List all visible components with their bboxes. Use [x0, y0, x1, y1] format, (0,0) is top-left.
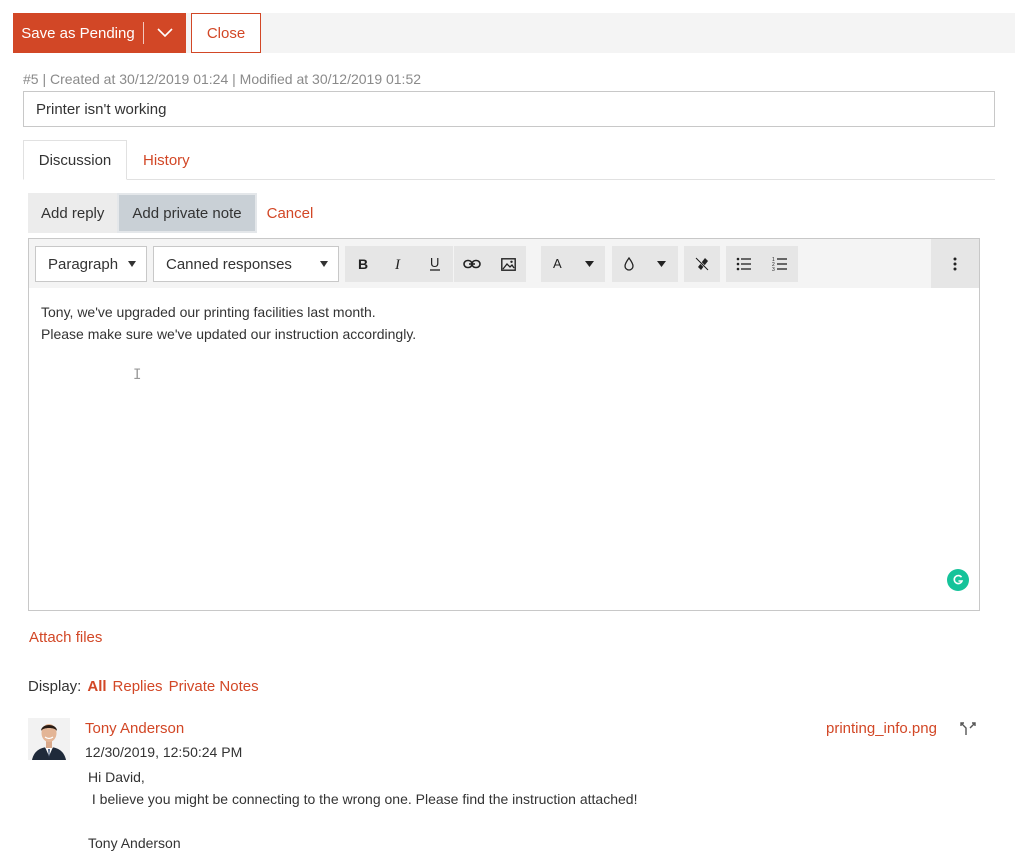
editor-line: Tony, we've upgraded our printing facili…	[41, 304, 376, 320]
font-color-dropdown[interactable]	[575, 246, 603, 282]
tab-history[interactable]: History	[143, 140, 190, 180]
canned-responses-select[interactable]: Canned responses	[153, 246, 339, 282]
highlight-color-dropdown[interactable]	[646, 246, 676, 282]
filter-replies[interactable]: Replies	[113, 678, 163, 695]
display-label: Display:	[28, 678, 82, 695]
text-cursor-icon: I	[133, 367, 142, 383]
add-private-note-button[interactable]: Add private note	[117, 193, 257, 233]
paragraph-format-select[interactable]: Paragraph	[35, 246, 147, 282]
message-author[interactable]: Tony Anderson	[85, 720, 184, 737]
paragraph-format-value: Paragraph	[48, 255, 119, 273]
avatar	[28, 718, 70, 760]
attachment-link[interactable]: printing_info.png	[826, 720, 937, 737]
list-group: 123	[726, 246, 798, 282]
caret-down-icon	[320, 261, 328, 267]
numbered-list-icon[interactable]: 123	[762, 246, 798, 282]
editor-toolbar: Paragraph Canned responses B I U A 1 2 3	[29, 239, 979, 288]
message-timestamp: 12/30/2019, 12:50:24 PM	[85, 744, 243, 760]
ticket-meta: #5 | Created at 30/12/2019 01:24 | Modif…	[23, 71, 422, 87]
italic-icon[interactable]: I	[381, 246, 417, 282]
link-icon[interactable]	[454, 246, 490, 282]
more-options-icon[interactable]	[931, 239, 979, 288]
svg-text:B: B	[358, 257, 368, 271]
tab-discussion[interactable]: Discussion	[23, 140, 127, 180]
svg-text:3: 3	[772, 267, 775, 272]
save-as-pending-button[interactable]: Save as Pending	[13, 13, 143, 53]
rich-text-editor: Paragraph Canned responses B I U A 1 2 3…	[28, 238, 980, 611]
canned-responses-value: Canned responses	[166, 255, 292, 273]
attach-files-link[interactable]: Attach files	[29, 629, 102, 646]
top-toolbar: Save as Pending Close	[13, 13, 1015, 53]
filter-all[interactable]: All	[87, 678, 106, 695]
svg-text:A: A	[553, 257, 562, 271]
bullet-list-icon[interactable]	[726, 246, 762, 282]
image-icon[interactable]	[490, 246, 526, 282]
tab-bar: Discussion History	[23, 140, 995, 180]
message-body: Hi David, I believe you might be connect…	[88, 769, 638, 851]
chevron-down-icon	[157, 28, 173, 38]
clear-format-group	[684, 246, 720, 282]
add-reply-button[interactable]: Add reply	[28, 193, 118, 233]
cancel-link[interactable]: Cancel	[257, 193, 324, 233]
filter-private-notes[interactable]: Private Notes	[169, 678, 259, 695]
insert-group	[454, 246, 526, 282]
save-options-dropdown[interactable]	[144, 13, 186, 53]
highlight-color-group	[612, 246, 678, 282]
display-filter: Display: All Replies Private Notes	[28, 678, 259, 695]
subject-input[interactable]	[23, 91, 995, 127]
caret-down-icon	[128, 261, 136, 267]
reply-mode-bar: Add reply Add private note Cancel	[28, 193, 323, 233]
svg-text:U: U	[430, 256, 439, 270]
save-split-button: Save as Pending	[13, 13, 186, 53]
highlight-color-icon[interactable]	[612, 246, 646, 282]
bold-icon[interactable]: B	[345, 246, 381, 282]
clear-format-icon[interactable]	[684, 246, 720, 282]
text-style-group: B I U	[345, 246, 453, 282]
underline-icon[interactable]: U	[417, 246, 453, 282]
expand-icon[interactable]	[960, 722, 976, 739]
svg-text:I: I	[394, 257, 401, 271]
editor-content[interactable]: Tony, we've upgraded our printing facili…	[41, 301, 416, 345]
close-button[interactable]: Close	[191, 13, 261, 53]
grammarly-icon[interactable]	[947, 569, 969, 591]
font-color-icon[interactable]: A	[541, 246, 575, 282]
font-color-group: A	[541, 246, 605, 282]
editor-line: Please make sure we've updated our instr…	[41, 326, 417, 342]
